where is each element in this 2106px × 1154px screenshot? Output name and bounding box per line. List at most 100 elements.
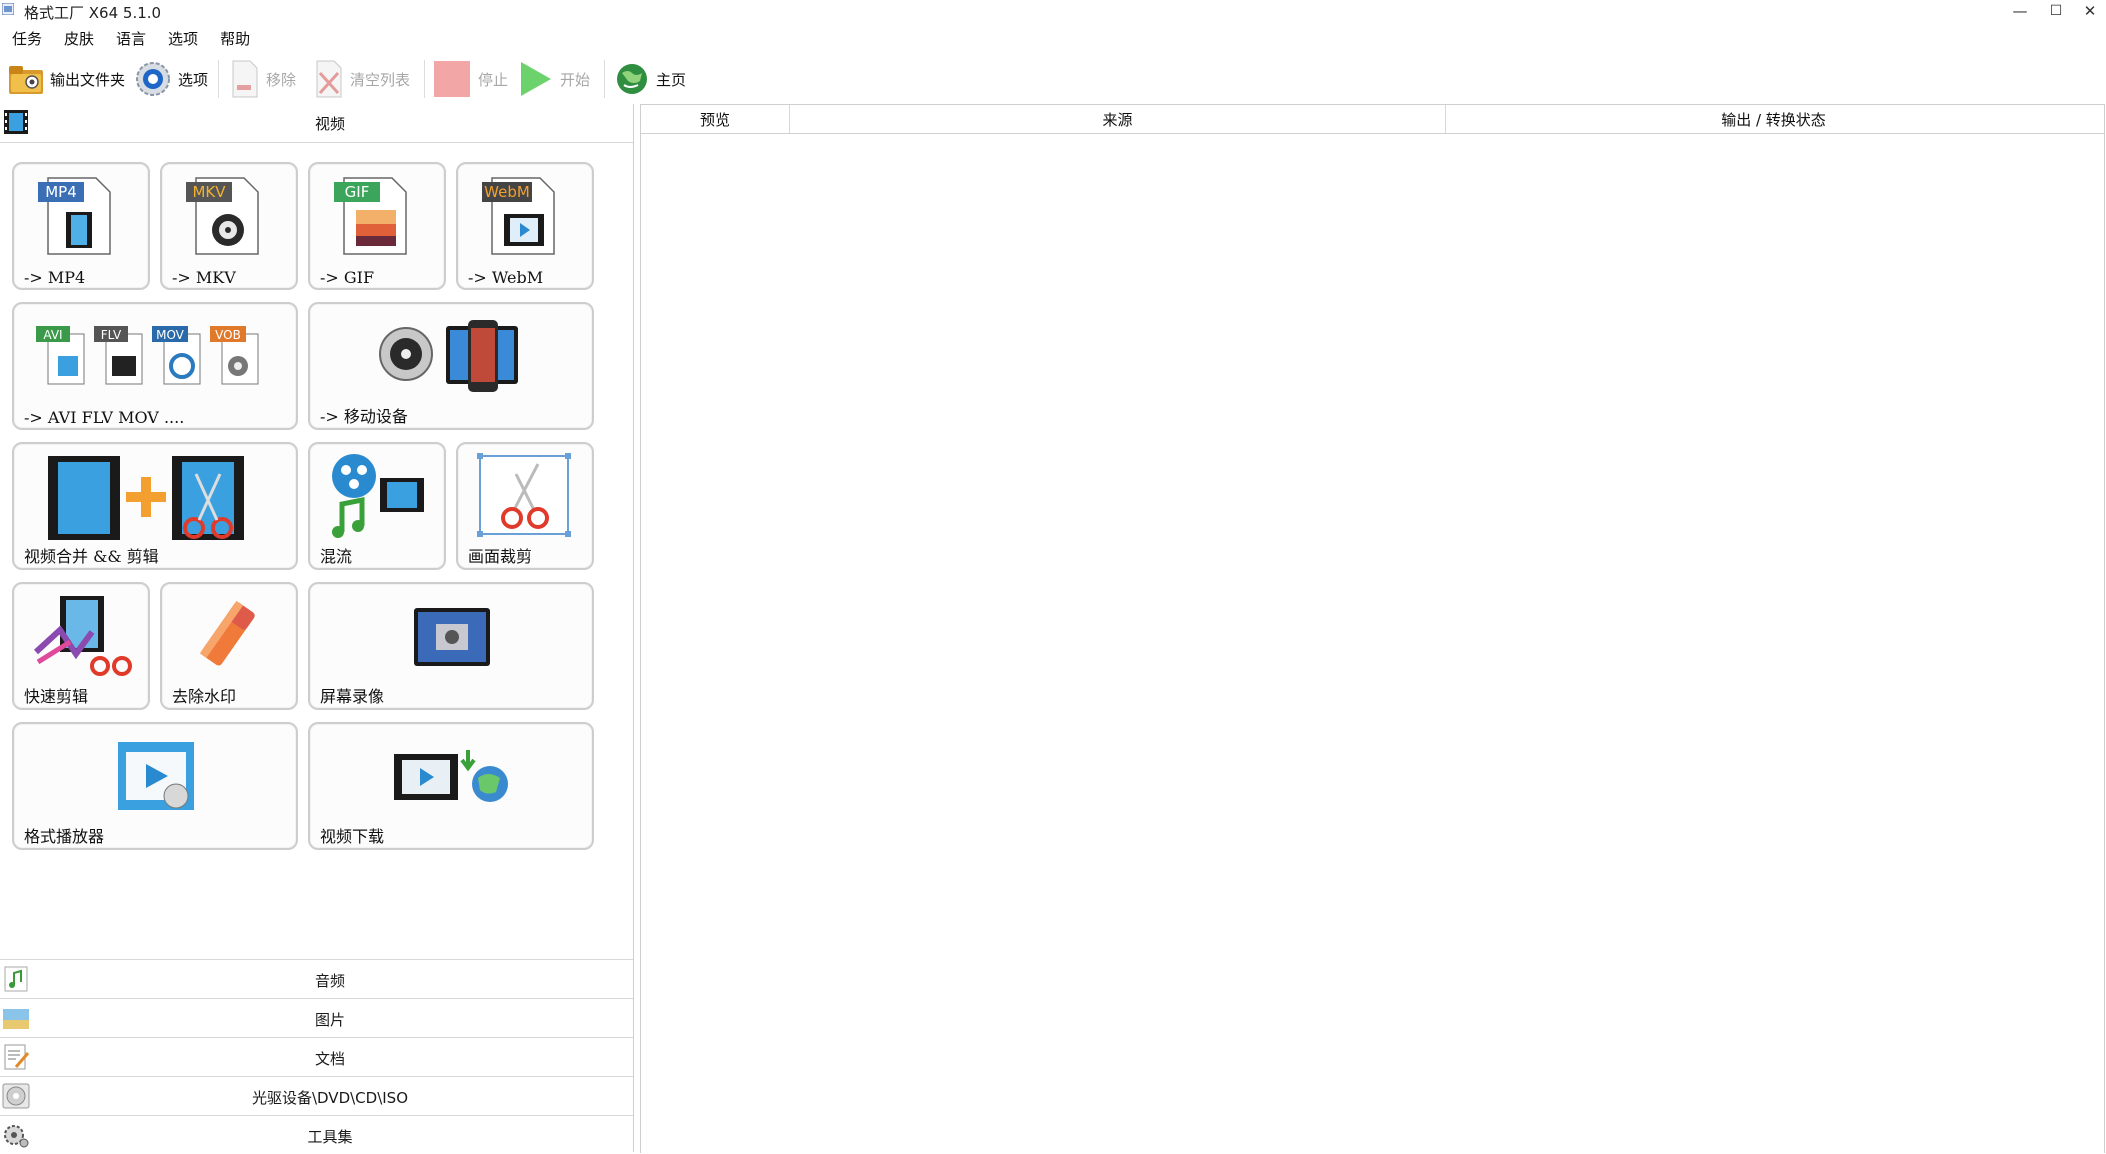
svg-text:AVI: AVI — [43, 328, 62, 342]
mobile-device-icon — [379, 320, 518, 392]
home-button[interactable]: 主页 — [614, 56, 686, 102]
stop-label: 停止 — [478, 70, 509, 89]
play-icon — [521, 62, 551, 96]
category-tools-label: 工具集 — [307, 1128, 353, 1146]
tile-merge-edit[interactable]: 视频合并 && 剪辑 — [12, 442, 298, 570]
column-preview[interactable]: 预览 — [641, 105, 790, 133]
gear-icon — [136, 62, 170, 96]
player-icon — [118, 742, 194, 810]
bottom-categories: 音频 图片 文档 光驱设备\DVD\CD\ISO 工具集 — [0, 959, 633, 1154]
folder-icon — [9, 66, 43, 94]
tile-format-player-label: 格式播放器 — [24, 827, 105, 846]
tile-format-player[interactable]: 格式播放器 — [12, 722, 298, 850]
tile-mp4-label: -> MP4 — [24, 268, 86, 287]
options-label: 选项 — [178, 70, 209, 89]
minimize-button[interactable]: — — [2000, 0, 2040, 22]
toolbar: 输出文件夹 选项 移除 清空列表 停止 开始 主页 — [0, 56, 2106, 102]
tile-remove-watermark-label: 去除水印 — [172, 687, 237, 706]
stop-icon — [434, 61, 470, 97]
remove-label: 移除 — [266, 70, 297, 89]
category-picture-label: 图片 — [314, 1011, 345, 1029]
tile-mobile-device[interactable]: -> 移动设备 — [308, 302, 594, 430]
svg-text:GIF: GIF — [345, 183, 370, 201]
tile-screen-record[interactable]: 屏幕录像 — [308, 582, 594, 710]
category-audio[interactable]: 音频 — [0, 959, 633, 998]
category-document-label: 文档 — [314, 1050, 345, 1068]
tile-mkv-label: -> MKV — [172, 268, 236, 287]
gif-file-icon: GIF — [334, 177, 407, 255]
tile-crop-label: 画面裁剪 — [468, 547, 533, 566]
tile-screen-record-label: 屏幕录像 — [320, 687, 385, 706]
category-optical[interactable]: 光驱设备\DVD\CD\ISO — [0, 1076, 633, 1115]
toolbar-separator — [424, 60, 425, 98]
svg-text:MP4: MP4 — [45, 183, 77, 201]
clear-list-button[interactable]: 清空列表 — [314, 56, 410, 102]
menu-help[interactable]: 帮助 — [208, 28, 260, 50]
output-folder-button[interactable]: 输出文件夹 — [8, 56, 125, 102]
quick-cut-icon — [33, 596, 132, 676]
category-video-label: 视频 — [314, 115, 345, 133]
menu-skin[interactable]: 皮肤 — [52, 28, 104, 50]
tile-quick-cut-label: 快速剪辑 — [24, 687, 89, 706]
tile-merge-edit-label: 视频合并 && 剪辑 — [24, 547, 159, 566]
toolbar-separator — [604, 60, 605, 98]
tile-mp4[interactable]: MP4 -> MP4 — [12, 162, 150, 290]
home-label: 主页 — [656, 70, 687, 89]
start-button[interactable]: 开始 — [518, 56, 590, 102]
clear-list-label: 清空列表 — [350, 70, 411, 89]
webm-file-icon: WebM — [482, 177, 555, 255]
task-list[interactable]: 预览 来源 输出 / 转换状态 — [640, 104, 2105, 1153]
tile-gif-label: -> GIF — [320, 268, 375, 287]
svg-text:MKV: MKV — [192, 183, 226, 201]
tile-video-download-label: 视频下载 — [320, 827, 385, 846]
tile-remove-watermark[interactable]: 去除水印 — [160, 582, 298, 710]
video-download-icon — [394, 750, 508, 802]
tile-gif[interactable]: GIF -> GIF — [308, 162, 446, 290]
table-header: 预览 来源 输出 / 转换状态 — [641, 105, 2104, 134]
menu-task[interactable]: 任务 — [0, 28, 52, 50]
tile-avi-flv-mov-label: -> AVI FLV MOV .... — [24, 408, 185, 427]
category-audio-label: 音频 — [314, 972, 345, 990]
output-folder-label: 输出文件夹 — [50, 70, 126, 89]
category-video[interactable]: 视频 — [0, 104, 633, 143]
tile-webm-label: -> WebM — [468, 268, 544, 287]
tile-avi-flv-mov[interactable]: AVI FLV MOV VOB -> AVI FLV MOV .... — [12, 302, 298, 430]
column-source[interactable]: 来源 — [790, 105, 1446, 133]
tile-video-download[interactable]: 视频下载 — [308, 722, 594, 850]
close-button[interactable]: ✕ — [2070, 0, 2106, 22]
app-icon — [2, 3, 14, 15]
category-optical-label: 光驱设备\DVD\CD\ISO — [251, 1089, 409, 1107]
tile-mux-label: 混流 — [320, 547, 353, 566]
category-picture[interactable]: 图片 — [0, 998, 633, 1037]
category-tools[interactable]: 工具集 — [0, 1115, 633, 1154]
tile-quick-cut[interactable]: 快速剪辑 — [12, 582, 150, 710]
menu-options[interactable]: 选项 — [156, 28, 208, 50]
window-title: 格式工厂 X64 5.1.0 — [24, 4, 162, 22]
category-document[interactable]: 文档 — [0, 1037, 633, 1076]
menu-language[interactable]: 语言 — [104, 28, 156, 50]
screen-record-icon — [414, 608, 490, 666]
stop-button[interactable]: 停止 — [432, 56, 508, 102]
svg-text:VOB: VOB — [215, 328, 241, 342]
menu-bar: 任务 皮肤 语言 选项 帮助 — [0, 28, 260, 50]
globe-icon — [617, 64, 647, 94]
toolbar-separator — [218, 60, 219, 98]
tile-mux[interactable]: 混流 — [308, 442, 446, 570]
left-panel: 视频 MP4 -> MP4 MKV -> MKV GIF -> GIF WebM… — [0, 104, 634, 1152]
tile-webm[interactable]: WebM -> WebM — [456, 162, 594, 290]
tile-crop[interactable]: 画面裁剪 — [456, 442, 594, 570]
merge-edit-icon — [48, 456, 244, 540]
title-bar: 格式工厂 X64 5.1.0 — ☐ ✕ — [0, 0, 2106, 22]
mkv-file-icon: MKV — [186, 177, 259, 255]
remove-file-icon — [232, 60, 258, 98]
remove-button[interactable]: 移除 — [230, 56, 296, 102]
options-button[interactable]: 选项 — [134, 56, 208, 102]
svg-text:MOV: MOV — [156, 328, 185, 342]
column-output-status[interactable]: 输出 / 转换状态 — [1446, 105, 2101, 133]
multi-format-icon: AVI FLV MOV VOB — [36, 326, 259, 385]
video-tiles: MP4 -> MP4 MKV -> MKV GIF -> GIF WebM ->… — [0, 144, 633, 1024]
tile-mobile-device-label: -> 移动设备 — [320, 407, 408, 426]
eraser-icon — [199, 600, 255, 666]
crop-scissors-icon — [477, 453, 571, 537]
tile-mkv[interactable]: MKV -> MKV — [160, 162, 298, 290]
